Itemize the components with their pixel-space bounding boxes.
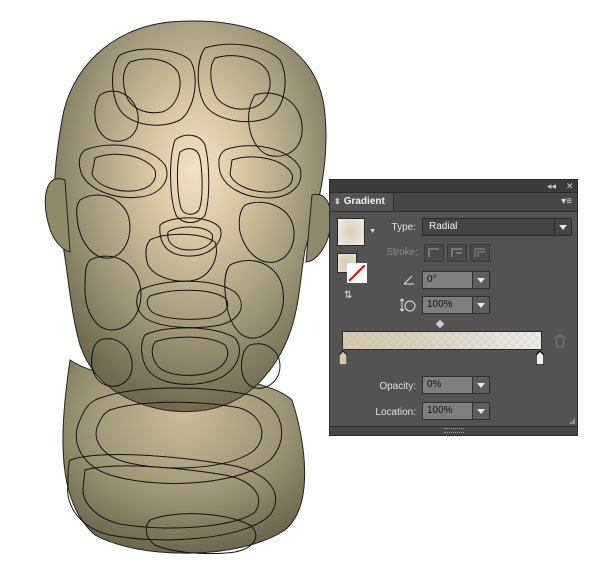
panel-bottom-strip — [330, 426, 577, 435]
stroke-along-button[interactable] — [447, 244, 467, 262]
stroke-across-button[interactable] — [470, 244, 490, 262]
no-stroke-icon — [349, 265, 365, 281]
location-field[interactable]: 100% — [422, 402, 490, 420]
gradient-panel: ◂◂ ✕ ⬍ Gradient ▾≡ ▼ ⇅ Type: Radial Strok… — [329, 179, 578, 436]
close-icon[interactable]: ✕ — [566, 180, 574, 192]
angle-field[interactable]: 0° — [422, 271, 490, 289]
reverse-gradient-icon[interactable]: ⇅ — [344, 290, 352, 301]
stroke-label: Stroke: — [386, 247, 418, 258]
delete-stop-icon[interactable] — [554, 334, 566, 348]
panel-tab-row: ⬍ Gradient ▾≡ — [330, 193, 577, 212]
angle-icon — [403, 273, 415, 285]
type-select[interactable]: Radial — [422, 218, 572, 236]
angle-value: 0° — [427, 274, 437, 285]
double-chevron-left-icon[interactable]: ◂◂ — [547, 180, 556, 192]
gradient-preview-swatch[interactable] — [337, 218, 365, 246]
midpoint-diamond-icon[interactable] — [435, 319, 445, 329]
type-value: Radial — [429, 221, 458, 232]
gradient-stop-end[interactable] — [535, 350, 545, 366]
chevron-down-icon[interactable] — [472, 403, 489, 419]
aspect-ratio-value: 100% — [427, 299, 453, 310]
panel-titlebar[interactable]: ◂◂ ✕ — [330, 180, 577, 193]
head-illustration[interactable] — [44, 20, 332, 555]
resize-grip-icon[interactable] — [444, 428, 464, 433]
location-value: 100% — [427, 405, 453, 416]
opacity-label: Opacity: — [379, 381, 416, 392]
gradient-slider-bar[interactable] — [342, 331, 542, 350]
chevron-down-icon[interactable] — [472, 297, 489, 313]
preview-dropdown-icon[interactable]: ▼ — [369, 228, 376, 235]
aspect-ratio-field[interactable]: 100% — [422, 296, 490, 314]
stroke-within-button[interactable] — [424, 244, 444, 262]
chevron-down-icon[interactable] — [554, 219, 571, 235]
panel-menu-icon[interactable]: ▾≡ — [561, 195, 572, 209]
chevron-updown-icon[interactable]: ⬍ — [334, 193, 341, 211]
type-label: Type: — [391, 222, 416, 233]
aspect-ratio-icon — [399, 298, 416, 312]
opacity-value: 0% — [427, 379, 442, 390]
chevron-down-icon[interactable] — [472, 377, 489, 393]
location-label: Location: — [375, 407, 416, 418]
stroke-swatch[interactable] — [347, 263, 367, 283]
chevron-down-icon[interactable] — [472, 272, 489, 288]
corner-resize-icon[interactable]: ◢ — [569, 416, 575, 425]
gradient-stop-start[interactable] — [338, 350, 348, 366]
opacity-field[interactable]: 0% — [422, 376, 490, 394]
tab-gradient[interactable]: ⬍ Gradient — [330, 193, 394, 211]
tab-gradient-label: Gradient — [343, 196, 385, 207]
